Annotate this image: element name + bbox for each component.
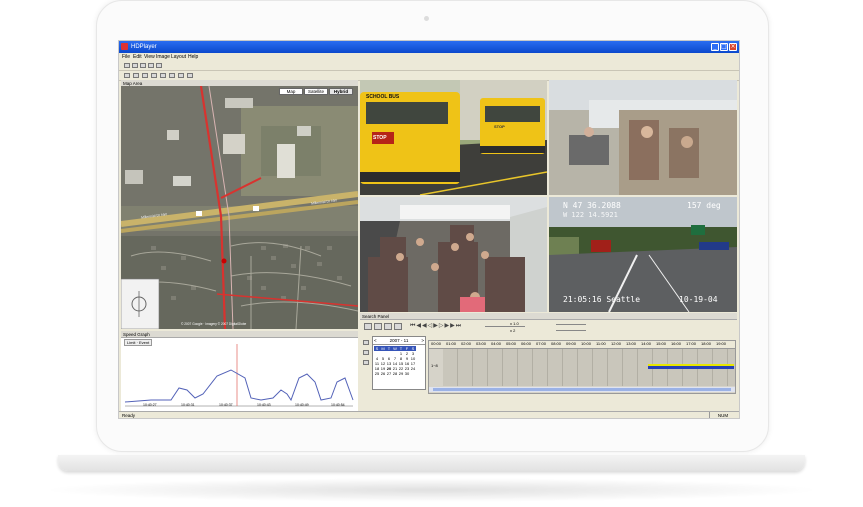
timeline-hours: 00:00 01:00 02:00 03:00 04:00 05:00 06:0…	[429, 341, 735, 349]
calendar-month: 2007 - 11	[389, 338, 409, 343]
save-icon[interactable]	[132, 63, 138, 68]
layout-16-icon[interactable]	[151, 73, 157, 78]
bus-sign: SCHOOL BUS	[366, 94, 400, 100]
speed-graph[interactable]: Limit · Event 10:40:27 10:40:31 10:40:37…	[121, 338, 358, 411]
layout-grid-icon[interactable]	[160, 73, 166, 78]
map-area[interactable]: Map Satellite Hybrid Millennial Dr NW Mi…	[121, 86, 358, 329]
print-icon[interactable]	[140, 63, 146, 68]
gps-latitude: N 47 36.2088	[563, 201, 621, 210]
menu-view[interactable]: View	[144, 53, 155, 61]
status-text: Ready	[122, 413, 136, 418]
search-panel: ⏮◀◀◁▶▷▶▶⏭ x 1.0 x 2 < 2007 - 11 > SMTWTF…	[360, 320, 737, 411]
speed-graph-plot	[124, 344, 354, 407]
menu-help[interactable]: Help	[188, 53, 198, 61]
graph-x-label: 10:40:49	[295, 403, 309, 407]
speed-graph-title: Speed Graph	[121, 331, 358, 338]
snapshot-icon[interactable]	[178, 73, 184, 78]
menu-bar: File Edit View Image Layout Help	[119, 53, 739, 61]
next-month-button[interactable]: >	[421, 337, 424, 344]
stop-sign-2: STOP	[494, 124, 505, 129]
bookmark-icon[interactable]	[363, 360, 369, 365]
interior-rear-camera-image	[549, 80, 737, 195]
speed-value-top: x 1.0	[510, 321, 519, 326]
calendar[interactable]: < 2007 - 11 > SMTWTFS 123 4 5 6 7 8 9 10 11 12 1…	[372, 336, 426, 390]
satellite-view-button[interactable]: Satellite	[304, 88, 328, 95]
graph-filter-buttons[interactable]: Limit · Event	[124, 339, 153, 346]
menu-file[interactable]: File	[122, 53, 130, 61]
map-copyright: © 2007 Google · Imagery © 2007 DigitalGl…	[181, 322, 247, 326]
search-mode-icon[interactable]	[363, 340, 369, 345]
refresh-icon[interactable]	[394, 323, 402, 330]
graph-x-label: 10:40:37	[219, 403, 233, 407]
scrollbar-thumb[interactable]	[433, 388, 731, 391]
laptop-webcam	[424, 16, 429, 21]
graph-x-label: 10:40:27	[143, 403, 157, 407]
close-button[interactable]: ×	[729, 43, 737, 51]
graph-x-label: 10:40:54	[331, 403, 345, 407]
volume-slider[interactable]	[556, 324, 586, 325]
prev-month-button[interactable]: <	[374, 337, 377, 344]
event-icon[interactable]	[363, 350, 369, 355]
heading-readout: 157 deg	[687, 201, 721, 210]
playback-controls[interactable]: ⏮◀◀◁▶▷▶▶⏭	[410, 322, 462, 330]
recorded-segment	[648, 366, 734, 369]
camera-search-icon[interactable]	[364, 323, 372, 330]
timeline[interactable]: 00:00 01:00 02:00 03:00 04:00 05:00 06:0…	[428, 340, 736, 394]
camera-view-road[interactable]: N 47 36.2088 157 deg W 122 14.5921 21:05…	[549, 197, 737, 312]
laptop-base	[58, 455, 805, 471]
speed-value-bottom: x 2	[510, 328, 516, 333]
camera-view-front[interactable]: SCHOOL BUS STOP STOP	[360, 80, 547, 195]
map-view-button[interactable]: Map	[279, 88, 303, 95]
timestamp-overlay: 21:05:16 Seattle	[563, 295, 641, 304]
camera-view-interior-rear[interactable]	[549, 80, 737, 195]
fullscreen-icon[interactable]	[169, 73, 175, 78]
layout-1-icon[interactable]	[124, 73, 130, 78]
stop-sign: STOP	[373, 135, 387, 141]
menu-image[interactable]: Image	[156, 53, 170, 61]
zoom-out-icon[interactable]	[384, 323, 392, 330]
search-panel-title: Search Panel	[360, 313, 737, 320]
calendar-grid: SMTWTFS 123 4 5 6 7 8 9 10 11 12 13 14 15 16 17 18 19…	[374, 346, 416, 376]
zoom-in-icon[interactable]	[374, 323, 382, 330]
menu-edit[interactable]: Edit	[133, 53, 142, 61]
search-icon[interactable]	[148, 63, 154, 68]
title-bar: HDPlayer _ □ ×	[119, 41, 739, 53]
hybrid-view-button[interactable]: Hybrid	[329, 88, 353, 95]
toolbar-1	[119, 61, 739, 71]
graph-x-label: 10:40:43	[257, 403, 271, 407]
window-title: HDPlayer	[131, 44, 157, 50]
minimize-button[interactable]: _	[711, 43, 719, 51]
open-icon[interactable]	[124, 63, 130, 68]
maximize-button[interactable]: □	[720, 43, 728, 51]
camera-view-interior-front[interactable]	[360, 197, 547, 312]
settings-icon[interactable]	[187, 73, 193, 78]
satellite-map	[121, 86, 358, 329]
export-icon[interactable]	[156, 63, 162, 68]
layout-4-icon[interactable]	[133, 73, 139, 78]
laptop-shadow	[40, 478, 823, 502]
speed-slider[interactable]	[485, 326, 525, 327]
brightness-slider[interactable]	[556, 330, 586, 331]
interior-front-camera-image	[360, 197, 547, 312]
gps-longitude: W 122 14.5921	[563, 211, 618, 219]
channel-label: 1~8	[431, 363, 438, 368]
layout-9-icon[interactable]	[142, 73, 148, 78]
timeline-scrollbar[interactable]	[429, 387, 735, 392]
app-icon	[121, 43, 128, 50]
menu-layout[interactable]: Layout	[171, 53, 186, 61]
date-overlay: 10-19-04	[679, 295, 718, 304]
graph-x-label: 10:40:31	[181, 403, 195, 407]
status-bar: Ready NUM	[119, 411, 739, 418]
app-window: HDPlayer _ □ × File Edit View Image Layo…	[118, 40, 740, 419]
num-lock-indicator: NUM	[709, 412, 736, 418]
